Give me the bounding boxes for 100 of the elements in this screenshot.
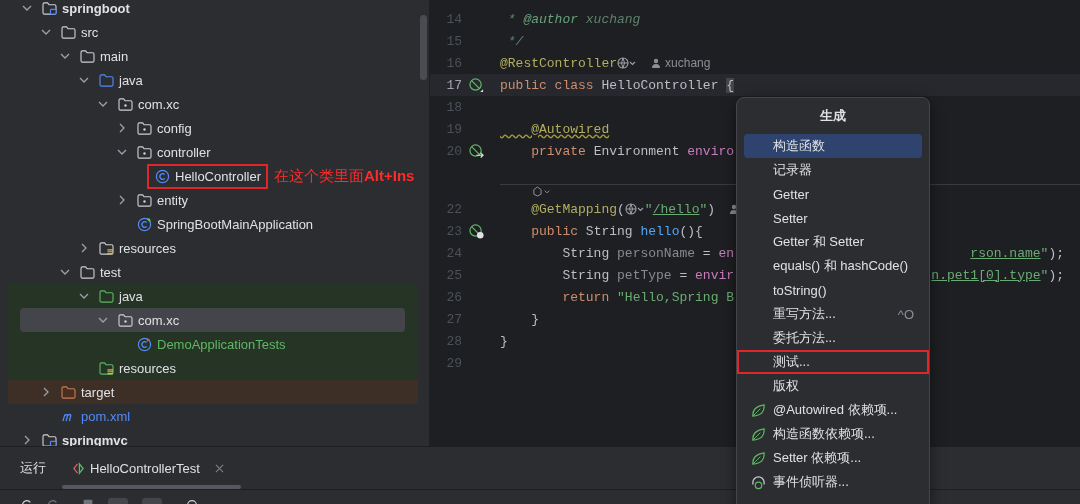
menu-item[interactable]: 测试...	[737, 350, 929, 374]
chevron-icon[interactable]	[79, 243, 89, 253]
menu-item[interactable]: @Autowired 依赖项...	[744, 398, 922, 422]
method-text: hello	[640, 223, 680, 239]
bean-gutter-icon[interactable]	[469, 77, 484, 93]
tree-item[interactable]: HelloController 在这个类里面Alt+Ins	[20, 164, 415, 188]
tree-item[interactable]: pom.xml	[20, 404, 405, 428]
menu-item[interactable]: 重写方法... ^O	[744, 302, 922, 326]
chevron-icon[interactable]	[60, 51, 70, 61]
chevron-icon[interactable]	[117, 195, 127, 205]
keyword-text: public	[530, 223, 579, 239]
folder-icon	[61, 385, 76, 399]
tree-item[interactable]: DemoApplicationTests	[20, 332, 405, 356]
menu-item[interactable]: Getter	[744, 182, 922, 206]
item-label: resources	[119, 240, 177, 256]
author-hint[interactable]: xuchang	[665, 56, 711, 70]
globe-icon[interactable]	[624, 203, 645, 215]
line-number: 17	[446, 77, 462, 93]
field-text: en	[718, 245, 735, 261]
tree-item[interactable]: springboot	[20, 0, 405, 20]
stop-icon[interactable]	[82, 498, 94, 504]
brace-text: {	[726, 77, 735, 93]
bean-gutter-icon[interactable]	[469, 223, 484, 239]
menu-item[interactable]: 记录器	[744, 158, 922, 182]
tree-item[interactable]: com.xc	[20, 308, 405, 332]
comment-text: @author	[523, 11, 578, 27]
folder-icon	[99, 73, 114, 87]
string-text: "	[1040, 267, 1049, 283]
run-tab[interactable]: HelloControllerTest	[72, 460, 224, 476]
tree-item[interactable]: SpringBootMainApplication	[20, 212, 405, 236]
code-text: =	[701, 245, 712, 261]
chevron-icon[interactable]	[98, 315, 108, 325]
class-icon	[137, 216, 152, 232]
item-label: test	[100, 264, 121, 280]
menu-item[interactable]: 构造函数	[744, 134, 922, 158]
chevron-icon[interactable]	[22, 3, 32, 13]
tree-item[interactable]: target	[20, 380, 405, 404]
menu-item[interactable]: Getter 和 Setter	[744, 230, 922, 254]
chevron-icon[interactable]	[79, 291, 89, 301]
chevron-icon[interactable]	[79, 75, 89, 85]
item-label: target	[81, 384, 115, 400]
chevron-icon[interactable]	[117, 123, 127, 133]
tree-item[interactable]: test	[20, 260, 405, 284]
scrollbar-thumb[interactable]	[62, 485, 241, 489]
code-text: String	[561, 267, 611, 283]
tree-item[interactable]: main	[20, 44, 405, 68]
toggle-button[interactable]	[108, 498, 128, 504]
string-text: "	[699, 201, 708, 217]
tree-item[interactable]: com.xc	[20, 92, 405, 116]
inlay-hint-icon[interactable]	[532, 186, 552, 197]
item-label: main	[100, 48, 129, 64]
class-icon	[155, 168, 170, 184]
menu-item[interactable]: 版权	[744, 374, 922, 398]
chevron-icon[interactable]	[117, 147, 127, 157]
item-label: entity	[157, 192, 189, 208]
tree-item[interactable]: java	[20, 284, 405, 308]
globe-icon[interactable]	[617, 57, 638, 69]
menu-item[interactable]: 构造函数依赖项...	[744, 422, 922, 446]
folder-icon	[99, 289, 114, 303]
menu-item[interactable]: Setter	[744, 206, 922, 230]
folder-icon	[80, 265, 95, 279]
chevron-icon[interactable]	[98, 99, 108, 109]
chevron-icon[interactable]	[22, 435, 32, 445]
close-icon[interactable]	[214, 463, 224, 473]
leaf-icon	[751, 402, 766, 418]
item-label: java	[119, 72, 143, 88]
tree-item[interactable]: resources	[20, 236, 405, 260]
tree-item[interactable]: resources	[20, 356, 405, 380]
menu-item[interactable]: 委托方法...	[744, 326, 922, 350]
chevron-icon[interactable]	[41, 27, 51, 37]
code-text: }	[530, 311, 539, 327]
item-label: SpringBootMainApplication	[157, 216, 314, 232]
chevron-icon[interactable]	[41, 387, 51, 397]
rerun-icon[interactable]	[20, 498, 32, 504]
bean-gutter-icon[interactable]	[469, 143, 484, 159]
string-text: "Hello,Spring B	[617, 289, 735, 305]
menu-item[interactable]: Setter 依赖项...	[744, 446, 922, 470]
tree-item[interactable]: src	[20, 20, 405, 44]
code-text: String	[561, 245, 611, 261]
item-label: java	[119, 288, 143, 304]
folder-icon	[80, 49, 95, 63]
leaf-icon	[751, 450, 766, 466]
menu-item[interactable]: 事件侦听器...	[744, 470, 922, 494]
string-text: "	[644, 201, 653, 217]
menu-item[interactable]: equals() 和 hashCode()	[744, 254, 922, 278]
scrollbar-thumb[interactable]	[420, 15, 427, 80]
tree-item[interactable]: entity	[20, 188, 405, 212]
person-icon	[651, 58, 662, 68]
tree-item[interactable]: controller	[20, 140, 405, 164]
code-text: (){	[679, 223, 703, 239]
field-text: enviro	[687, 143, 735, 159]
tree-item[interactable]: config	[20, 116, 405, 140]
tree-item[interactable]: java	[20, 68, 405, 92]
leaf-icon	[751, 426, 766, 442]
comment-text: xuchang	[584, 11, 641, 27]
folder-icon	[61, 25, 76, 39]
chevron-icon[interactable]	[60, 267, 70, 277]
code-text: =	[678, 267, 689, 283]
folder-icon	[99, 361, 114, 375]
menu-item[interactable]: toString()	[744, 278, 922, 302]
